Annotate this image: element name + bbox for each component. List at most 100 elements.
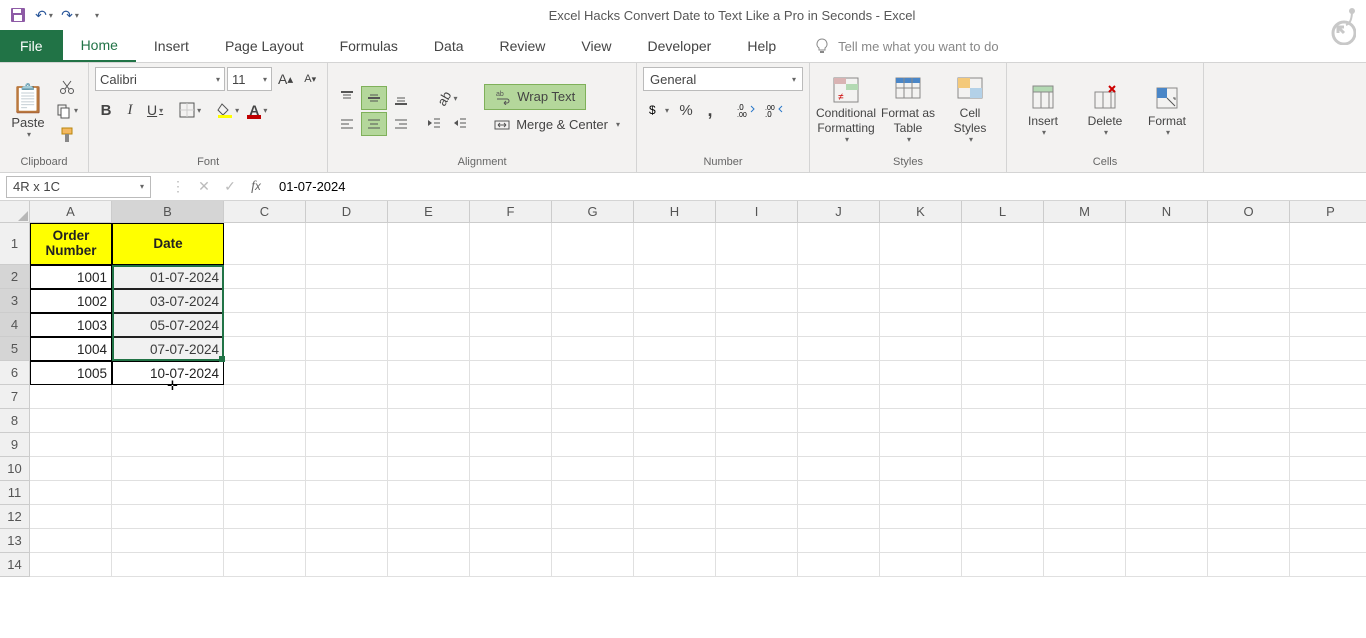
orientation-button[interactable]: ab▾ [433,88,461,110]
row-header-3[interactable]: 3 [0,289,30,313]
wrap-text-button[interactable]: abWrap Text [484,84,586,110]
increase-indent-button[interactable] [448,112,472,134]
tab-data[interactable]: Data [416,30,482,62]
tab-help[interactable]: Help [729,30,794,62]
spreadsheet-grid[interactable]: A B C D E F G H I J K L M N O P 1 2 3 4 … [0,201,1366,638]
insert-function-button[interactable]: fx [243,176,269,198]
cancel-formula-button[interactable]: ✕ [191,176,217,198]
fill-color-button[interactable]: ▾ [213,99,243,121]
tab-file[interactable]: File [0,30,63,62]
increase-font-button[interactable]: A▴ [274,68,297,90]
row-header-6[interactable]: 6 [0,361,30,385]
align-bottom-button[interactable] [388,86,414,110]
col-header-C[interactable]: C [224,201,306,223]
format-as-table-button[interactable]: Format as Table▾ [878,75,938,147]
row-header-1[interactable]: 1 [0,223,30,265]
select-all-corner[interactable] [0,201,30,223]
cell-B2[interactable]: 01-07-2024 [112,265,224,289]
row-header-10[interactable]: 10 [0,457,30,481]
decrease-decimal-button[interactable]: .00.0 [761,99,787,121]
undo-icon[interactable]: ↶▾ [34,5,54,25]
conditional-formatting-button[interactable]: ≠Conditional Formatting▾ [816,75,876,147]
col-header-F[interactable]: F [470,201,552,223]
col-header-B[interactable]: B [112,201,224,223]
formula-dropdown-icon[interactable]: ⋮ [165,176,191,198]
cell-A3[interactable]: 1002 [30,289,112,313]
enter-formula-button[interactable]: ✓ [217,176,243,198]
col-header-O[interactable]: O [1208,201,1290,223]
cells-area[interactable]: Order Number Date 100101-07-2024 100203-… [30,223,1366,577]
increase-decimal-button[interactable]: .0.00 [733,99,759,121]
ribbon-display-icon[interactable] [1316,5,1356,45]
paste-button[interactable]: 📋 Paste ▾ [6,76,50,146]
comma-button[interactable]: , [699,99,721,121]
cell-A4[interactable]: 1003 [30,313,112,337]
row-header-2[interactable]: 2 [0,265,30,289]
align-right-button[interactable] [388,112,414,136]
insert-cells-button[interactable]: Insert▾ [1013,75,1073,147]
cell-B5[interactable]: 07-07-2024 [112,337,224,361]
percent-button[interactable]: % [675,99,697,121]
align-top-button[interactable] [334,86,360,110]
col-header-I[interactable]: I [716,201,798,223]
col-header-N[interactable]: N [1126,201,1208,223]
tab-home[interactable]: Home [63,30,136,62]
format-cells-button[interactable]: Format▾ [1137,75,1197,147]
cell-B3[interactable]: 03-07-2024 [112,289,224,313]
italic-button[interactable]: I [119,99,141,121]
font-color-button[interactable]: A▾ [245,99,271,121]
row-header-11[interactable]: 11 [0,481,30,505]
save-icon[interactable] [8,5,28,25]
cell-B6[interactable]: 10-07-2024 [112,361,224,385]
tab-formulas[interactable]: Formulas [322,30,416,62]
cell-A5[interactable]: 1004 [30,337,112,361]
align-left-button[interactable] [334,112,360,136]
decrease-font-button[interactable]: A▾ [299,68,321,90]
tab-view[interactable]: View [563,30,629,62]
tab-insert[interactable]: Insert [136,30,207,62]
row-header-8[interactable]: 8 [0,409,30,433]
col-header-P[interactable]: P [1290,201,1366,223]
cell-styles-button[interactable]: Cell Styles▾ [940,75,1000,147]
row-header-13[interactable]: 13 [0,529,30,553]
cell-B1[interactable]: Date [112,223,224,265]
cut-button[interactable] [55,76,79,98]
row-header-9[interactable]: 9 [0,433,30,457]
row-header-12[interactable]: 12 [0,505,30,529]
row-header-7[interactable]: 7 [0,385,30,409]
bold-button[interactable]: B [95,99,117,121]
name-box[interactable]: 4R x 1C▾ [6,176,151,198]
col-header-E[interactable]: E [388,201,470,223]
qat-customize-icon[interactable]: ▾ [86,5,106,25]
cell-A2[interactable]: 1001 [30,265,112,289]
col-header-A[interactable]: A [30,201,112,223]
underline-button[interactable]: U▾ [143,99,167,121]
delete-cells-button[interactable]: Delete▾ [1075,75,1135,147]
cell-C1[interactable] [224,223,306,265]
decrease-indent-button[interactable] [422,112,446,134]
col-header-G[interactable]: G [552,201,634,223]
font-size-select[interactable]: 11▾ [227,67,272,91]
col-header-L[interactable]: L [962,201,1044,223]
cell-A1[interactable]: Order Number [30,223,112,265]
font-name-select[interactable]: Calibri▾ [95,67,225,91]
align-center-button[interactable] [361,112,387,136]
col-header-K[interactable]: K [880,201,962,223]
col-header-M[interactable]: M [1044,201,1126,223]
number-format-select[interactable]: General▾ [643,67,803,91]
formula-input[interactable] [269,176,1366,198]
row-header-5[interactable]: 5 [0,337,30,361]
align-middle-button[interactable] [361,86,387,110]
cell-A6[interactable]: 1005 [30,361,112,385]
row-header-14[interactable]: 14 [0,553,30,577]
col-header-D[interactable]: D [306,201,388,223]
format-painter-button[interactable] [55,124,79,146]
tell-me-search[interactable]: Tell me what you want to do [814,30,998,62]
tab-developer[interactable]: Developer [630,30,730,62]
borders-button[interactable]: ▾ [175,99,205,121]
tab-page-layout[interactable]: Page Layout [207,30,322,62]
cell-B4[interactable]: 05-07-2024 [112,313,224,337]
redo-icon[interactable]: ↷▾ [60,5,80,25]
col-header-J[interactable]: J [798,201,880,223]
merge-center-button[interactable]: Merge & Center▾ [484,112,630,138]
